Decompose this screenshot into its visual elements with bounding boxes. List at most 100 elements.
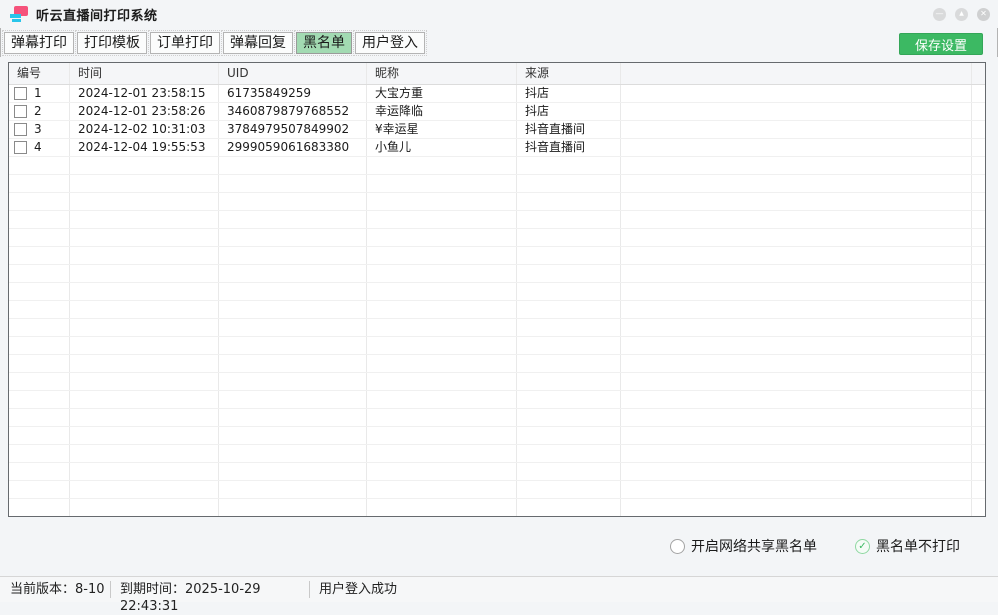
tab-order-print[interactable]: 订单打印: [150, 32, 220, 54]
cell-empty: [70, 337, 219, 354]
cell-empty: [517, 355, 621, 372]
cell-empty: [972, 175, 985, 192]
cell-empty: [70, 319, 219, 336]
table-empty-row: [9, 481, 985, 499]
cell-empty: [517, 373, 621, 390]
cell-empty: [219, 229, 367, 246]
row-checkbox[interactable]: [14, 123, 27, 136]
row-checkbox[interactable]: [14, 141, 27, 154]
cell-empty: [972, 229, 985, 246]
cell-empty: [972, 193, 985, 210]
cell-empty: [219, 445, 367, 462]
column-header: [621, 63, 972, 84]
tab-user-login[interactable]: 用户登入: [355, 32, 425, 54]
table-empty-row: [9, 319, 985, 337]
cell-empty: [972, 355, 985, 372]
cell-empty: [972, 337, 985, 354]
cell-uid: 3460879879768552: [219, 103, 367, 120]
cell-empty: [367, 463, 517, 480]
row-checkbox[interactable]: [14, 87, 27, 100]
table-row[interactable]: 32024-12-02 10:31:033784979507849902¥幸运星…: [9, 121, 985, 139]
tab-print-template[interactable]: 打印模板: [77, 32, 147, 54]
cell-empty: [70, 481, 219, 498]
cell-empty: [621, 391, 972, 408]
version-label: 当前版本：8-10: [0, 581, 111, 598]
option-label: 开启网络共享黑名单: [691, 536, 817, 556]
cell-empty: [219, 481, 367, 498]
cell-source: 抖音直播间: [517, 121, 621, 138]
cell-empty: [219, 337, 367, 354]
cell-empty: [367, 301, 517, 318]
cell-empty: [972, 265, 985, 282]
cell-empty: [367, 409, 517, 426]
cell-empty: [367, 193, 517, 210]
cell-empty: [517, 337, 621, 354]
cell-empty: [70, 211, 219, 228]
tab-bar: 弹幕打印打印模板订单打印弹幕回复黑名单用户登入 保存设置: [0, 28, 998, 57]
option-enable-network-shared-blacklist[interactable]: 开启网络共享黑名单: [670, 536, 817, 556]
cell-nickname: 幸运降临: [367, 103, 517, 120]
table-row[interactable]: 22024-12-01 23:58:263460879879768552幸运降临…: [9, 103, 985, 121]
table-row[interactable]: 12024-12-01 23:58:1561735849259大宝方重抖店: [9, 85, 985, 103]
cell-empty: [972, 121, 985, 138]
option-blacklist-no-print[interactable]: ✓ 黑名单不打印: [855, 536, 960, 556]
cell-empty: [972, 283, 985, 300]
cell-empty: [972, 499, 985, 516]
cell-empty: [70, 247, 219, 264]
cell-empty: [70, 193, 219, 210]
cell-empty: [219, 157, 367, 174]
cell-nickname: ¥幸运星: [367, 121, 517, 138]
cell-empty: [9, 427, 70, 444]
cell-empty: [517, 247, 621, 264]
checked-radio-icon[interactable]: ✓: [855, 539, 870, 554]
cell-empty: [972, 139, 985, 156]
cell-empty: [621, 481, 972, 498]
cell-empty: [9, 175, 70, 192]
cell-empty: [9, 229, 70, 246]
cell-empty: [9, 481, 70, 498]
cell-empty: [621, 247, 972, 264]
tab-danmaku-reply[interactable]: 弹幕回复: [223, 32, 293, 54]
cell-empty: [219, 427, 367, 444]
cell-empty: [70, 427, 219, 444]
cell-empty: [367, 337, 517, 354]
cell-empty: [70, 445, 219, 462]
cell-time: 2024-12-02 10:31:03: [70, 121, 219, 138]
table-row[interactable]: 42024-12-04 19:55:532999059061683380小鱼儿抖…: [9, 139, 985, 157]
tab-danmaku-print[interactable]: 弹幕打印: [4, 32, 74, 54]
cell-empty: [367, 175, 517, 192]
cell-empty: [972, 427, 985, 444]
table-empty-row: [9, 337, 985, 355]
cell-empty: [517, 211, 621, 228]
cell-empty: [70, 373, 219, 390]
tab-list: 弹幕打印打印模板订单打印弹幕回复黑名单用户登入: [4, 32, 425, 54]
cell-empty: [367, 211, 517, 228]
cell-empty: [367, 445, 517, 462]
cell-source: 抖店: [517, 85, 621, 102]
content-area: 编号时间UID昵称来源 12024-12-01 23:58:1561735849…: [0, 57, 998, 577]
cell-empty: [367, 481, 517, 498]
cell-empty: [972, 463, 985, 480]
cell-empty: [70, 463, 219, 480]
cell-empty: [621, 157, 972, 174]
tab-blacklist[interactable]: 黑名单: [296, 32, 352, 54]
cell-empty: [9, 265, 70, 282]
unchecked-radio-icon[interactable]: [670, 539, 685, 554]
option-label: 黑名单不打印: [876, 536, 960, 556]
cell-empty: [70, 409, 219, 426]
table-empty-row: [9, 373, 985, 391]
cell-empty: [9, 301, 70, 318]
row-checkbox[interactable]: [14, 105, 27, 118]
title-bar: 听云直播间打印系统 — ▲ ✕: [0, 0, 998, 28]
cell-empty: [972, 85, 985, 102]
close-icon[interactable]: ✕: [977, 8, 990, 21]
cell-empty: [621, 445, 972, 462]
printer-app-icon: [9, 5, 29, 23]
column-header: UID: [219, 63, 367, 84]
cell-empty: [621, 301, 972, 318]
save-settings-button[interactable]: 保存设置: [899, 33, 983, 55]
cell-empty: [621, 463, 972, 480]
cell-empty: [517, 499, 621, 516]
minimize-icon[interactable]: —: [933, 8, 946, 21]
maximize-icon[interactable]: ▲: [955, 8, 968, 21]
